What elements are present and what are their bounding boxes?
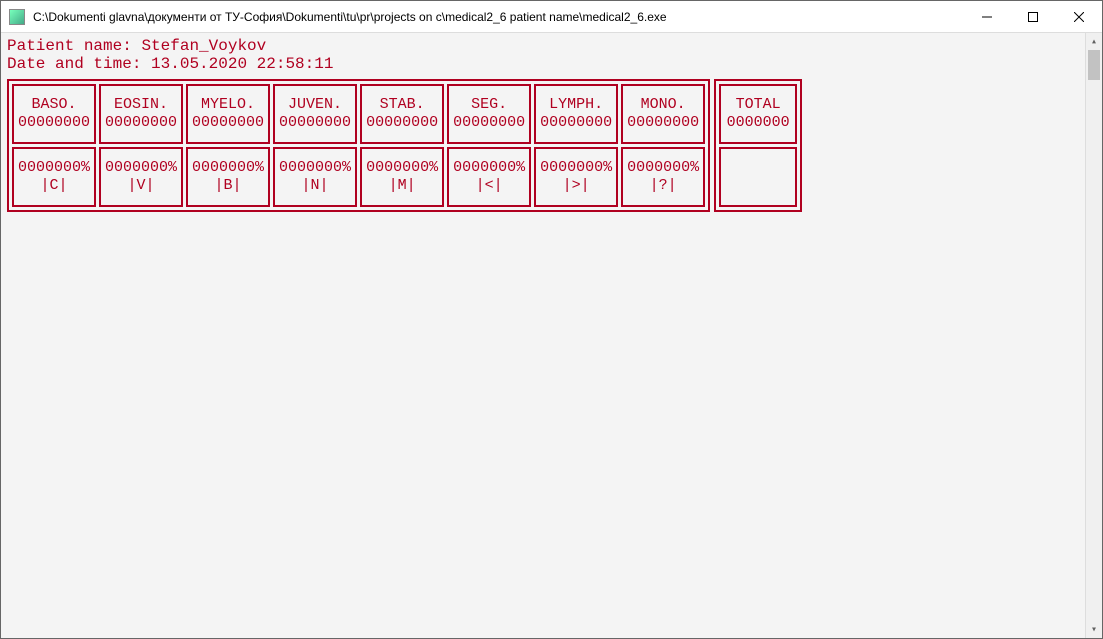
cell-stab: STAB.00000000 (360, 84, 444, 144)
cell-mono-pct: 0000000%|?| (621, 147, 705, 207)
cells-table: BASO.00000000 EOSIN.00000000 MYELO.00000… (7, 79, 710, 212)
patient-name: Stefan_Voykov (141, 37, 266, 55)
close-button[interactable] (1056, 1, 1102, 32)
cell-seg-pct: 0000000%|<| (447, 147, 531, 207)
cell-total-empty (719, 147, 797, 207)
vertical-scrollbar[interactable]: ▴ ▾ (1085, 33, 1102, 638)
total-table: TOTAL0000000 (714, 79, 802, 212)
maximize-button[interactable] (1010, 1, 1056, 32)
patient-line: Patient name: Stefan_Voykov (7, 37, 1096, 55)
cell-baso: BASO.00000000 (12, 84, 96, 144)
minimize-icon (982, 12, 992, 22)
cell-mono: MONO.00000000 (621, 84, 705, 144)
titlebar[interactable]: C:\Dokumenti glavna\документи от ТУ-Софи… (1, 1, 1102, 33)
datetime-line: Date and time: 13.05.2020 22:58:11 (7, 55, 1096, 73)
app-icon (9, 9, 25, 25)
table-row (719, 147, 797, 207)
client-area: Patient name: Stefan_Voykov Date and tim… (1, 33, 1102, 638)
app-window: C:\Dokumenti glavna\документи от ТУ-Софи… (0, 0, 1103, 639)
tables-wrap: BASO.00000000 EOSIN.00000000 MYELO.00000… (7, 79, 1096, 212)
cell-stab-pct: 0000000%|M| (360, 147, 444, 207)
cell-juven: JUVEN.00000000 (273, 84, 357, 144)
cell-juven-pct: 0000000%|N| (273, 147, 357, 207)
close-icon (1074, 12, 1084, 22)
cell-seg: SEG.00000000 (447, 84, 531, 144)
console-content: Patient name: Stefan_Voykov Date and tim… (1, 33, 1102, 216)
cell-myelo-pct: 0000000%|B| (186, 147, 270, 207)
scroll-thumb[interactable] (1088, 50, 1100, 80)
scroll-down-icon[interactable]: ▾ (1086, 621, 1102, 638)
cell-baso-pct: 0000000%|C| (12, 147, 96, 207)
cell-eosin-pct: 0000000%|V| (99, 147, 183, 207)
table-row: BASO.00000000 EOSIN.00000000 MYELO.00000… (12, 84, 705, 144)
scroll-up-icon[interactable]: ▴ (1086, 33, 1102, 50)
table-row: 0000000%|C| 0000000%|V| 0000000%|B| 0000… (12, 147, 705, 207)
cell-lymph: LYMPH.00000000 (534, 84, 618, 144)
window-title: C:\Dokumenti glavna\документи от ТУ-Софи… (33, 10, 964, 24)
cell-eosin: EOSIN.00000000 (99, 84, 183, 144)
cell-total: TOTAL0000000 (719, 84, 797, 144)
datetime-label: Date and time: (7, 55, 141, 73)
window-controls (964, 1, 1102, 32)
patient-label: Patient name: (7, 37, 132, 55)
cell-lymph-pct: 0000000%|>| (534, 147, 618, 207)
minimize-button[interactable] (964, 1, 1010, 32)
maximize-icon (1028, 12, 1038, 22)
cell-myelo: MYELO.00000000 (186, 84, 270, 144)
datetime-value: 13.05.2020 22:58:11 (151, 55, 333, 73)
table-row: TOTAL0000000 (719, 84, 797, 144)
